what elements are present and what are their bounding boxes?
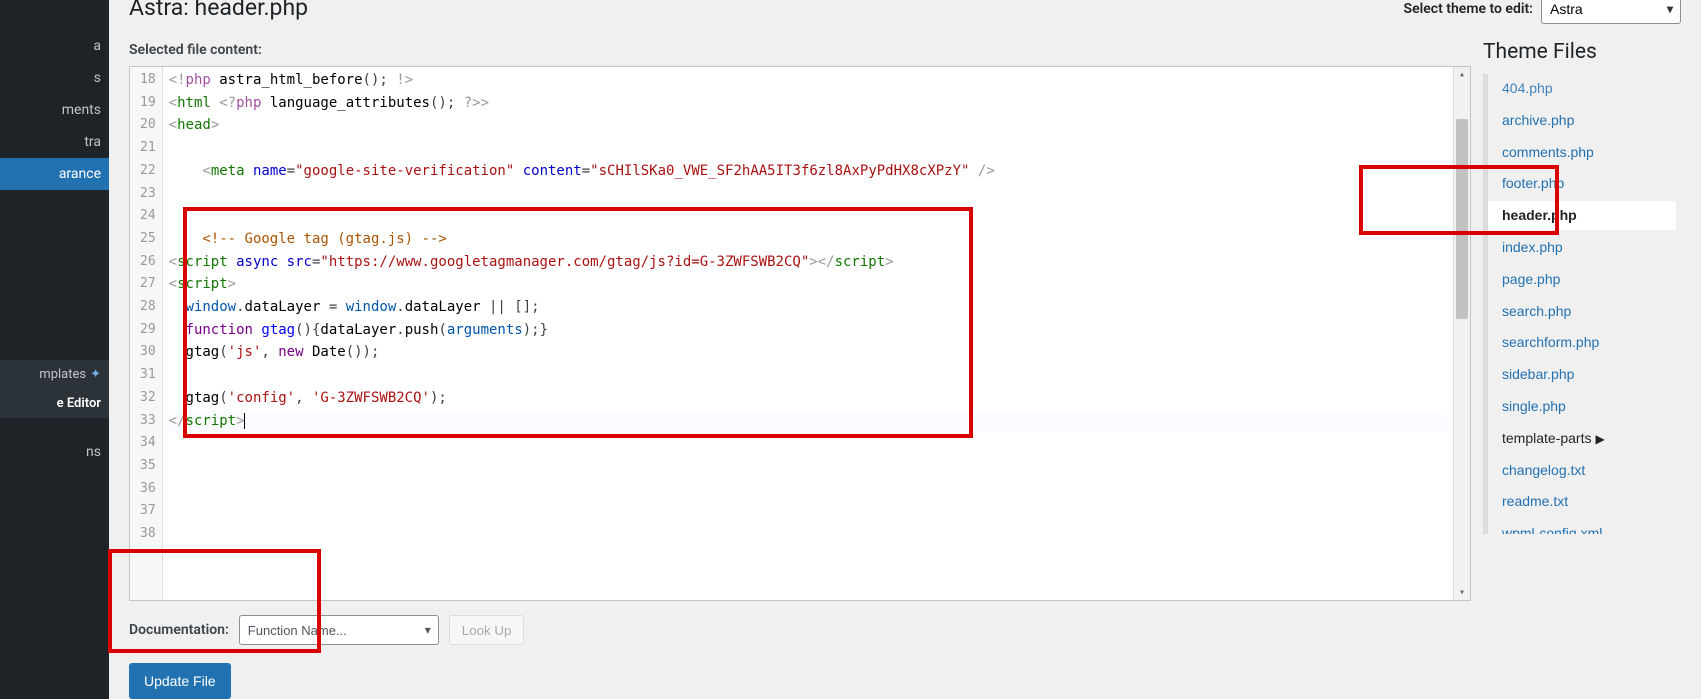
sidebar-item-appearance[interactable]: arance (0, 158, 109, 190)
file-item-404-php[interactable]: 404.php (1488, 74, 1681, 103)
admin-sidebar: a s ments tra arance mplates✦ e Editor n… (0, 0, 109, 699)
sidebar-item-partial-a[interactable]: a (0, 30, 109, 62)
file-item-page-php[interactable]: page.php (1488, 265, 1681, 294)
theme-files-title: Theme Files (1483, 40, 1681, 64)
theme-select[interactable]: Astra (1541, 0, 1681, 24)
file-item-archive-php[interactable]: archive.php (1488, 106, 1681, 135)
sidebar-item-astra[interactable]: tra (0, 126, 109, 158)
file-item-search-php[interactable]: search.php (1488, 297, 1681, 326)
theme-files-panel: Theme Files 404.php archive.php comments.p… (1483, 34, 1681, 699)
theme-select-label: Select theme to edit: (1404, 1, 1533, 17)
main-content: Astra: header.php Select theme to edit: … (109, 0, 1701, 699)
file-item-single-php[interactable]: single.php (1488, 392, 1681, 421)
file-item-sidebar-php[interactable]: sidebar.php (1488, 360, 1681, 389)
vertical-scrollbar[interactable]: ▴ ▾ (1453, 67, 1470, 600)
sidebar-item-partial-s[interactable]: s (0, 62, 109, 94)
sidebar-subitem-theme-editor[interactable]: e Editor (0, 389, 109, 418)
lookup-button[interactable]: Look Up (449, 615, 525, 645)
file-item-index-php[interactable]: index.php (1488, 233, 1681, 262)
file-item-wpml-config-xml[interactable]: wpml-config.xml (1488, 519, 1681, 534)
update-file-button[interactable]: Update File (129, 663, 231, 699)
file-item-comments-php[interactable]: comments.php (1488, 138, 1681, 167)
file-item-readme-txt[interactable]: readme.txt (1488, 487, 1681, 516)
scroll-down-arrow[interactable]: ▾ (1454, 587, 1470, 598)
chevron-right-icon: ▶ (1595, 432, 1604, 446)
file-item-template-parts[interactable]: template-parts▶ (1488, 424, 1681, 453)
scroll-up-arrow[interactable]: ▴ (1454, 69, 1470, 80)
theme-select-group: Select theme to edit: Astra (1404, 0, 1681, 24)
sidebar-item-plugins[interactable]: ns (0, 436, 109, 468)
documentation-label: Documentation: (129, 622, 229, 638)
code-editor[interactable]: 1819202122232425262728293031323334353637… (129, 66, 1471, 601)
file-list: 404.php archive.php comments.phpfooter.php… (1488, 74, 1681, 534)
sparkle-icon: ✦ (90, 367, 101, 382)
code-body[interactable]: <!php astra_html_before(); !><html <?php… (163, 67, 1453, 600)
sidebar-item-comments[interactable]: ments (0, 94, 109, 126)
selected-file-label: Selected file content: (129, 42, 1471, 58)
sidebar-subitem-templates[interactable]: mplates✦ (0, 360, 109, 389)
file-item-footer-php[interactable]: footer.php (1488, 169, 1681, 198)
line-number-gutter: 1819202122232425262728293031323334353637… (130, 67, 163, 600)
file-item-header-php[interactable]: header.php (1488, 201, 1676, 230)
page-title: Astra: header.php (129, 0, 308, 21)
file-item-changelog-txt[interactable]: changelog.txt (1488, 456, 1681, 485)
function-name-select[interactable]: Function Name... (239, 615, 439, 645)
file-item-searchform-php[interactable]: searchform.php (1488, 328, 1681, 357)
scroll-thumb[interactable] (1456, 119, 1468, 319)
